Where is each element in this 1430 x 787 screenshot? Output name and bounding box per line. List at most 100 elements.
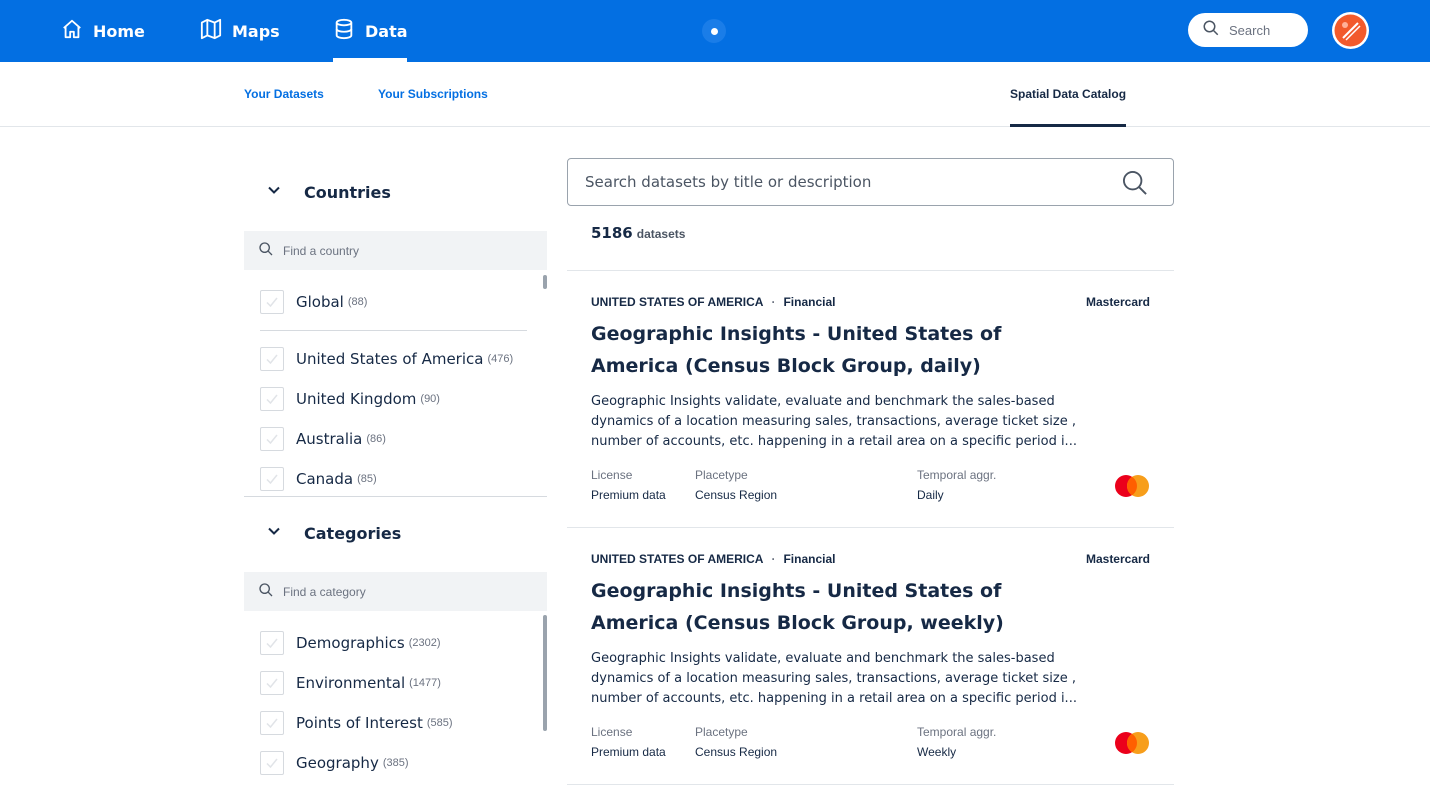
dataset-category: Financial xyxy=(783,295,836,309)
category-list-scrollbar[interactable] xyxy=(543,615,547,731)
category-search-input[interactable]: Find a category xyxy=(244,572,547,611)
top-navigation-bar: Home Maps Data Search xyxy=(0,0,1430,62)
country-option-usa[interactable]: United States of America (476) xyxy=(260,347,513,371)
check-icon xyxy=(266,718,278,729)
sub-navigation: Your Datasets Your Subscriptions Spatial… xyxy=(0,62,1430,127)
temporal-value: Daily xyxy=(917,488,944,502)
avatar[interactable] xyxy=(1332,12,1369,49)
nav-data[interactable]: Data xyxy=(333,0,408,62)
dataset-provider: Mastercard xyxy=(1085,295,1150,309)
dataset-title[interactable]: Geographic Insights - United States of A… xyxy=(591,318,1091,382)
option-count: (2302) xyxy=(408,637,441,649)
dataset-provider: Mastercard xyxy=(1085,552,1150,566)
check-icon xyxy=(266,678,278,689)
user-avatar-icon xyxy=(1334,14,1367,47)
option-count: (1477) xyxy=(409,677,441,689)
tab-your-datasets[interactable]: Your Datasets xyxy=(244,62,324,126)
option-label: Geography xyxy=(296,754,379,772)
placetype-label: Placetype xyxy=(695,725,748,739)
temporal-label: Temporal aggr. xyxy=(917,468,997,482)
dataset-description: Geographic Insights validate, evaluate a… xyxy=(591,394,1077,449)
temporal-label: Temporal aggr. xyxy=(917,725,997,739)
check-icon xyxy=(266,354,278,365)
category-option-points-of-interest[interactable]: Points of Interest (585) xyxy=(260,711,453,735)
license-field: License Premium data xyxy=(591,725,666,759)
chevron-down-icon xyxy=(266,182,282,202)
results-count-number: 5186 xyxy=(591,224,633,242)
checkbox[interactable] xyxy=(260,631,284,655)
dataset-card[interactable]: UNITED STATES OF AMERICA · Financial Mas… xyxy=(567,271,1174,528)
country-list-scrollbar[interactable] xyxy=(543,275,547,289)
category-option-demographics[interactable]: Demographics (2302) xyxy=(260,631,441,655)
license-value: Premium data xyxy=(591,488,666,502)
checkbox[interactable] xyxy=(260,387,284,411)
checkbox[interactable] xyxy=(260,347,284,371)
categories-facet-header[interactable]: Categories xyxy=(244,523,401,543)
divider xyxy=(260,330,527,331)
global-search[interactable]: Search xyxy=(1188,13,1308,47)
search-icon[interactable] xyxy=(1121,169,1149,201)
country-option-global[interactable]: Global (88) xyxy=(260,290,367,314)
category-option-environmental[interactable]: Environmental (1477) xyxy=(260,671,441,695)
temporal-field: Temporal aggr. Daily xyxy=(917,468,996,502)
search-icon xyxy=(1202,19,1220,41)
countries-facet-header[interactable]: Countries xyxy=(244,182,391,202)
dataset-title[interactable]: Geographic Insights - United States of A… xyxy=(591,575,1091,639)
map-icon xyxy=(200,18,232,44)
license-field: License Premium data xyxy=(591,468,666,502)
option-label: Points of Interest xyxy=(296,714,423,732)
category-option-geography[interactable]: Geography (385) xyxy=(260,751,409,775)
license-label: License xyxy=(591,725,633,739)
option-label: Australia xyxy=(296,430,363,448)
country-options-list: Global (88) United States of America (47… xyxy=(244,274,547,496)
dataset-search-input[interactable]: Search datasets by title or description xyxy=(567,158,1174,206)
placetype-value: Census Region xyxy=(695,488,778,502)
dataset-category: Financial xyxy=(783,552,836,566)
dataset-card[interactable]: UNITED STATES OF AMERICA · Financial Mas… xyxy=(567,528,1174,785)
option-count: (85) xyxy=(357,473,377,485)
check-icon xyxy=(266,297,278,308)
license-value: Premium data xyxy=(591,745,666,759)
checkbox[interactable] xyxy=(260,751,284,775)
nav-home-label: Home xyxy=(93,21,145,41)
nav-maps[interactable]: Maps xyxy=(200,0,280,62)
option-label: Environmental xyxy=(296,674,406,692)
placetype-field: Placetype Census Region xyxy=(695,725,777,759)
country-search-input[interactable]: Find a country xyxy=(244,231,547,270)
dataset-description: Geographic Insights validate, evaluate a… xyxy=(591,651,1077,706)
option-count: (86) xyxy=(366,433,386,445)
notification-dot-icon[interactable] xyxy=(702,19,726,43)
dataset-meta: UNITED STATES OF AMERICA · Financial xyxy=(591,552,835,566)
check-icon xyxy=(266,434,278,445)
country-option-australia[interactable]: Australia (86) xyxy=(260,427,386,451)
checkbox[interactable] xyxy=(260,467,284,491)
country-option-canada[interactable]: Canada (85) xyxy=(260,467,377,491)
temporal-field: Temporal aggr. Weekly xyxy=(917,725,996,759)
country-option-uk[interactable]: United Kingdom (90) xyxy=(260,387,440,411)
checkbox[interactable] xyxy=(260,290,284,314)
search-icon xyxy=(258,582,274,602)
option-count: (585) xyxy=(426,717,453,729)
option-label: Global xyxy=(296,293,344,311)
separator-dot: · xyxy=(771,295,776,309)
check-icon xyxy=(266,394,278,405)
option-count: (476) xyxy=(487,353,514,365)
country-search-placeholder: Find a country xyxy=(283,243,360,258)
option-count: (385) xyxy=(382,757,409,769)
option-label: United Kingdom xyxy=(296,390,417,408)
dataset-country: UNITED STATES OF AMERICA xyxy=(591,552,764,566)
dataset-search-placeholder: Search datasets by title or description xyxy=(585,173,872,191)
category-options-list: Demographics (2302) Environmental (1477)… xyxy=(244,615,547,787)
checkbox[interactable] xyxy=(260,671,284,695)
temporal-value: Weekly xyxy=(917,745,957,759)
chevron-down-icon xyxy=(266,523,282,543)
checkbox[interactable] xyxy=(260,711,284,735)
nav-home[interactable]: Home xyxy=(61,0,145,62)
placetype-value: Census Region xyxy=(695,745,778,759)
tab-your-subscriptions[interactable]: Your Subscriptions xyxy=(378,62,488,126)
results-count-label: datasets xyxy=(636,227,686,241)
checkbox[interactable] xyxy=(260,427,284,451)
tab-spatial-data-catalog[interactable]: Spatial Data Catalog xyxy=(1010,62,1127,127)
mastercard-logo-icon xyxy=(1115,475,1149,497)
option-count: (88) xyxy=(347,296,368,308)
